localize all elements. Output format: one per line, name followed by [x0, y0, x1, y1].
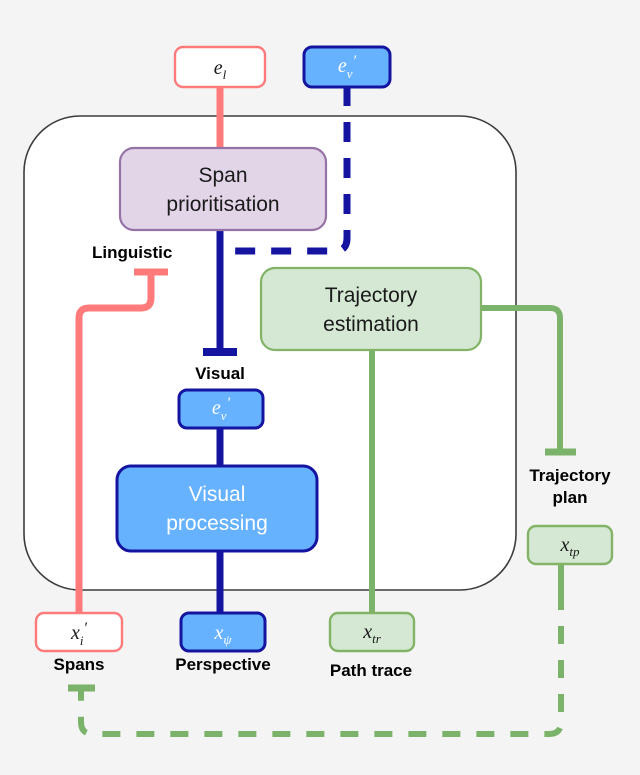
node-trajectory-estimation[interactable]: Trajectory estimation: [259, 266, 483, 352]
edge-trajectory-plan-feedback-to-spans: [78, 592, 564, 737]
node-x-psi[interactable]: xψ: [179, 611, 267, 653]
node-x-i-prime[interactable]: xi′: [34, 611, 124, 653]
node-span-prioritisation[interactable]: Span prioritisation: [118, 146, 328, 232]
node-span-prioritisation-box[interactable]: [118, 146, 328, 232]
node-trajectory-estimation-box[interactable]: [259, 266, 483, 352]
node-e-v-prime-top[interactable]: ev′: [302, 45, 392, 89]
annotation-perspective: Perspective: [175, 655, 270, 674]
annotation-visual: Visual: [195, 364, 245, 383]
node-x-tp[interactable]: xtp: [526, 524, 614, 566]
node-visual-processing-line2: processing: [166, 512, 268, 535]
node-trajectory-estimation-line2: estimation: [323, 313, 419, 336]
node-trajectory-estimation-line1: Trajectory: [325, 284, 418, 307]
annotation-linguistic: Linguistic: [92, 243, 172, 262]
architecture-diagram: el ev′ Span prioritisation Trajectory es…: [23, 45, 614, 737]
node-visual-processing-box[interactable]: [115, 464, 319, 553]
annotation-path-trace: Path trace: [330, 661, 412, 680]
node-e-v-prime-mid[interactable]: ev′: [177, 388, 265, 430]
node-visual-processing-line1: Visual: [189, 483, 246, 506]
annotation-trajectory-plan-line2: plan: [553, 488, 588, 507]
annotation-trajectory-plan-line1: Trajectory: [529, 466, 611, 485]
diagram-canvas: el ev′ Span prioritisation Trajectory es…: [0, 0, 640, 775]
node-e-l[interactable]: el: [173, 45, 267, 89]
node-span-prioritisation-line2: prioritisation: [166, 193, 279, 216]
node-span-prioritisation-line1: Span: [198, 164, 247, 187]
node-x-tr[interactable]: xtr: [328, 611, 416, 653]
node-visual-processing[interactable]: Visual processing: [115, 464, 319, 553]
annotation-spans: Spans: [53, 655, 104, 674]
